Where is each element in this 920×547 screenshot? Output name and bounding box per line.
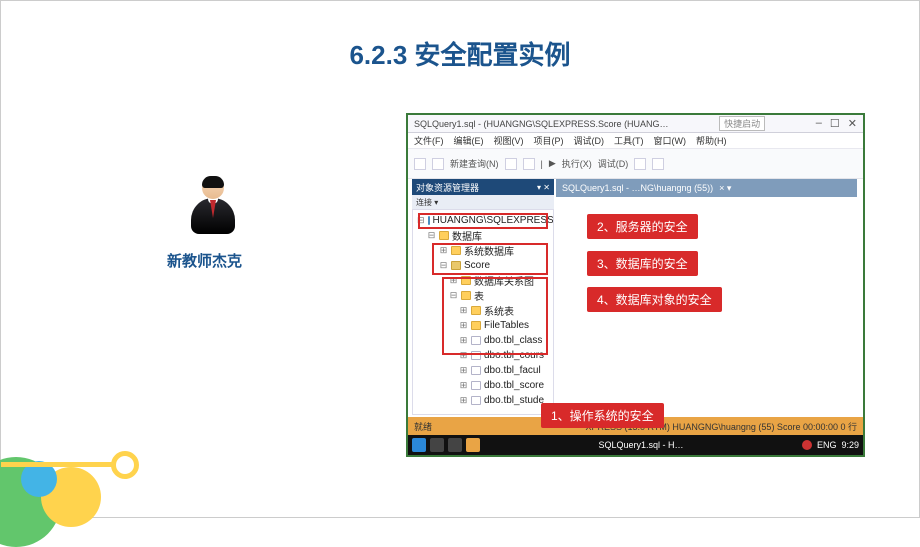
- menu-window[interactable]: 窗口(W): [654, 134, 687, 147]
- execute-button[interactable]: 执行(X): [562, 157, 592, 170]
- connect-label: 连接 ▾: [416, 197, 438, 208]
- start-icon[interactable]: [412, 438, 426, 452]
- titlebar: SQLQuery1.sql - (HUANGNG\SQLEXPRESS.Scor…: [408, 115, 863, 133]
- tool-icon[interactable]: [634, 158, 646, 170]
- taskbar-app[interactable]: SQLQuery1.sql - H…: [598, 440, 683, 450]
- status-left: 就绪: [414, 420, 432, 433]
- connect-bar[interactable]: 连接 ▾: [412, 195, 554, 209]
- decor-stem: [1, 462, 117, 467]
- debug-button[interactable]: 调试(D): [598, 157, 629, 170]
- new-query-button[interactable]: 新建查询(N): [450, 157, 499, 170]
- explorer-icon[interactable]: [448, 438, 462, 452]
- clock: 9:29: [841, 440, 859, 450]
- editor-tab[interactable]: SQLQuery1.sql - …NG\huangng (55)) × ▾: [556, 179, 857, 197]
- callout-os: 1、操作系统的安全: [541, 403, 664, 428]
- tab-label: SQLQuery1.sql - …NG\huangng (55)): [562, 183, 713, 193]
- callout-server: 2、服务器的安全: [587, 214, 698, 239]
- decor-ring: [111, 451, 139, 479]
- ie-icon[interactable]: [430, 438, 444, 452]
- menu-file[interactable]: 文件(F): [414, 134, 444, 147]
- tray-icon[interactable]: [802, 440, 812, 450]
- menu-tools[interactable]: 工具(T): [614, 134, 644, 147]
- callout-box-objects: [442, 277, 548, 355]
- avatar-label: 新教师杰克: [167, 250, 242, 271]
- menu-project[interactable]: 项目(P): [534, 134, 564, 147]
- maximize-icon[interactable]: ☐: [830, 117, 840, 130]
- menu-help[interactable]: 帮助(H): [696, 134, 727, 147]
- slide: 6.2.3 安全配置实例 新教师杰克 SQLQuery1.sql - (HUAN…: [0, 0, 920, 518]
- arrow-layer: [1, 1, 301, 151]
- pin-icon[interactable]: ▾ ✕: [537, 183, 550, 192]
- window-title: SQLQuery1.sql - (HUANGNG\SQLEXPRESS.Scor…: [414, 119, 669, 129]
- taskbar: SQLQuery1.sql - H… ENG 9:29: [408, 435, 863, 455]
- tree-table[interactable]: ⊞dbo.tbl_score: [413, 378, 553, 393]
- quicklaunch-input[interactable]: 快捷启动: [719, 116, 765, 131]
- avatar: [185, 176, 241, 248]
- tab-close-icon[interactable]: × ▾: [719, 183, 731, 194]
- minimize-icon[interactable]: –: [816, 117, 822, 130]
- menu-debug[interactable]: 调试(D): [574, 134, 605, 147]
- callout-object: 4、数据库对象的安全: [587, 287, 722, 312]
- menu-view[interactable]: 视图(V): [494, 134, 524, 147]
- tree-db-root[interactable]: ⊟数据库: [413, 228, 553, 243]
- ssms-icon[interactable]: [466, 438, 480, 452]
- callout-box-db: [432, 243, 548, 275]
- tool-icon[interactable]: [432, 158, 444, 170]
- object-explorer-header: 对象资源管理器 ▾ ✕: [412, 179, 554, 195]
- slide-title: 6.2.3 安全配置实例: [1, 35, 919, 72]
- tree-table[interactable]: ⊞dbo.tbl_facul: [413, 363, 553, 378]
- tray: ENG 9:29: [802, 440, 859, 450]
- callout-db: 3、数据库的安全: [587, 251, 698, 276]
- close-icon[interactable]: ✕: [848, 117, 857, 130]
- tree-table[interactable]: ⊞dbo.tbl_stude: [413, 393, 553, 408]
- tool-icon[interactable]: [414, 158, 426, 170]
- callout-box-server: [418, 213, 548, 229]
- menubar: 文件(F) 编辑(E) 视图(V) 项目(P) 调试(D) 工具(T) 窗口(W…: [408, 133, 863, 149]
- panel-title: 对象资源管理器: [416, 181, 479, 194]
- window-controls: – ☐ ✕: [816, 117, 857, 130]
- tool-icon[interactable]: [523, 158, 535, 170]
- tool-icon[interactable]: [505, 158, 517, 170]
- lang-indicator[interactable]: ENG: [817, 440, 837, 450]
- toolbar: 新建查询(N) | ▶ 执行(X) 调试(D): [408, 149, 863, 179]
- menu-edit[interactable]: 编辑(E): [454, 134, 484, 147]
- tool-icon[interactable]: [652, 158, 664, 170]
